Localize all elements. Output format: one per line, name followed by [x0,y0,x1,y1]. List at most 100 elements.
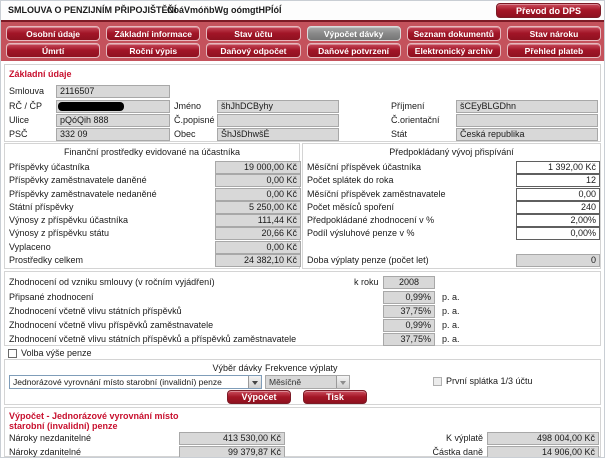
projection-panel-title: Předpokládaný vývoj přispívání [303,147,600,157]
k-vyplate-field: 498 004,00 Kč [487,432,599,445]
naroky-nezdanitelne-field: 413 530,00 Kč [179,432,285,445]
finance-row-value: 5 250,00 Kč [215,201,301,214]
tab-osobni-udaje[interactable]: Osobní údaje [6,26,100,41]
projection-panel: Předpokládaný vývoj přispívání Měsíční p… [302,143,601,269]
valuation-section: Zhodnocení od vzniku smlouvy (v ročním v… [4,271,601,346]
vypocet-button[interactable]: Výpočet [227,390,291,404]
tab-stav-uctu[interactable]: Stav účtu [206,26,300,41]
finance-row-value: 0,00 Kč [215,174,301,187]
pa-suffix: p. a. [442,292,460,302]
tab-stav-naroku[interactable]: Stav nároku [507,26,601,41]
c-orientacni-field [456,114,598,127]
ulice-label: Ulice [9,115,29,125]
finance-row-label: Výnosy z příspěvku státu [9,228,109,238]
smlouva-label: Smlouva [9,86,44,96]
jmeno-field: šhJhDCByhy [217,100,339,113]
finance-row-label: Prostředky celkem [9,255,83,265]
pa-suffix: p. a. [442,320,460,330]
c-orientacni-label: Č.orientační [391,115,440,125]
finance-row-value: 0,00 Kč [215,241,301,254]
smlouva-field: 2116507 [56,85,170,98]
tab-row-2: Úmrtí Roční výpis Daňový odpočet Daňové … [6,43,601,58]
projection-input[interactable]: 0,00 [516,188,600,201]
stat-field: Česká republika [456,128,598,141]
projection-input[interactable]: 1 392,00 Kč [516,161,600,174]
davka-select[interactable]: Jednorázové vyrovnání místo starobní (in… [9,375,262,389]
tab-prehled-plateb[interactable]: Přehled plateb [507,43,601,58]
finance-row-label: Výnosy z příspěvku účastníka [9,215,128,225]
psc-field: 332 09 [56,128,170,141]
finance-row-value: 20,66 Kč [215,227,301,240]
tab-rocni-vypis[interactable]: Roční výpis [106,43,200,58]
volba-vyse-penze-checkbox[interactable] [8,349,17,358]
castka-dane-field: 14 906,00 Kč [487,446,599,458]
projection-row-label: Počet měsíců spoření [307,202,394,212]
valuation-row-value: 0,99% [383,319,435,332]
projection-input[interactable]: 2,00% [516,214,600,227]
valuation-row-value: 37,75% [383,333,435,346]
pa-suffix: p. a. [442,334,460,344]
davka-selected-value: Jednorázové vyrovnání místo starobní (in… [13,377,222,387]
prijmeni-label: Příjmení [391,101,425,111]
redaction-bar [58,102,124,111]
pension-contract-window: SMLOUVA O PENZIJNÍM PŘIPOJIŠTĚNÍ ČoáVmóň… [0,0,605,458]
tisk-button[interactable]: Tisk [303,390,367,404]
projection-row-label: Podíl výsluhové penze v % [307,228,415,238]
prvni-splatka-checkbox[interactable] [433,377,442,386]
tab-danovy-odpocet[interactable]: Daňový odpočet [206,43,300,58]
tab-elektronicky-archiv[interactable]: Elektronický archiv [407,43,501,58]
naroky-zdanitelne-label: Nároky zdanitelné [9,447,81,457]
c-popisne-label: Č.popisné [174,115,215,125]
c-popisne-field [217,114,339,127]
tab-row-1: Osobní údaje Základní informace Stav účt… [6,26,601,41]
k-vyplate-label: K výplatě [403,433,483,443]
finance-row-value: 24 382,10 Kč [215,254,301,267]
rc-cp-label: RČ / ČP [9,101,42,111]
tab-zakladni-informace[interactable]: Základní informace [106,26,200,41]
valuation-row-value: 0,99% [383,291,435,304]
projection-input[interactable]: 0,00% [516,227,600,240]
finance-row-label: Příspěvky zaměstnavatele daněné [9,175,147,185]
valuation-row-label: Zhodnocení včetně vlivu státních příspěv… [9,306,182,316]
psc-label: PSČ [9,129,28,139]
tab-umrti[interactable]: Úmrtí [6,43,100,58]
k-roku-label: k roku [354,277,379,287]
pa-suffix: p. a. [442,306,460,316]
client-name: ČoáVmóňbWg oómgtHPÍóÍ [167,5,282,15]
finance-row-value: 0,00 Kč [215,188,301,201]
valuation-year-field: 2008 [383,276,435,289]
finance-row-value: 111,44 Kč [215,214,301,227]
jmeno-label: Jméno [174,101,201,111]
basic-info-section: Základní údaje Smlouva 2116507 RČ / ČP J… [4,64,601,142]
finance-row-label: Vyplaceno [9,242,51,252]
volba-vyse-penze-label: Volba výše penze [21,348,92,358]
finance-row-label: Státní příspěvky [9,202,74,212]
projection-row-label: Předpokládané zhodnocení v % [307,215,434,225]
frekvence-vyplaty-label: Frekvence výplaty [265,363,338,373]
valuation-heading: Zhodnocení od vzniku smlouvy (v ročním v… [9,277,215,287]
projection-row-label: Počet splátek do roka [307,175,394,185]
projection-input[interactable]: 240 [516,201,600,214]
tab-vypocet-davky[interactable]: Výpočet dávky [307,26,401,41]
frekvence-select[interactable]: Měsíčně [265,375,350,389]
naroky-nezdanitelne-label: Nároky nezdanitelné [9,433,91,443]
page-title: SMLOUVA O PENZIJNÍM PŘIPOJIŠTĚNÍ [8,5,177,15]
result-section: Výpočet - Jednorázové vyrovnání místo st… [4,407,601,457]
projection-input[interactable]: 12 [516,174,600,187]
chevron-down-icon [336,376,349,388]
transfer-to-dps-button[interactable]: Převod do DPS [496,3,601,18]
finance-row-label: Příspěvky účastníka [9,162,90,172]
valuation-row-label: Připsané zhodnocení [9,292,94,302]
tab-band: Osobní údaje Základní informace Stav účt… [1,20,605,61]
tab-danove-potvrzeni[interactable]: Daňové potvrzení [307,43,401,58]
tab-seznam-dokumentu[interactable]: Seznam dokumentů [407,26,501,41]
finance-row-value: 19 000,00 Kč [215,161,301,174]
doba-vyplaty-label: Doba výplaty penze (počet let) [307,255,429,265]
frekvence-selected-value: Měsíčně [269,377,301,387]
finance-panel-title: Finanční prostředky evidované na účastní… [5,147,299,157]
projection-row-label: Měsíční příspěvek účastníka [307,162,421,172]
finance-panel: Finanční prostředky evidované na účastní… [4,143,300,269]
stat-label: Stát [391,129,407,139]
vyber-davky-label: Výběr dávky [155,363,262,373]
chevron-down-icon[interactable] [248,376,261,388]
